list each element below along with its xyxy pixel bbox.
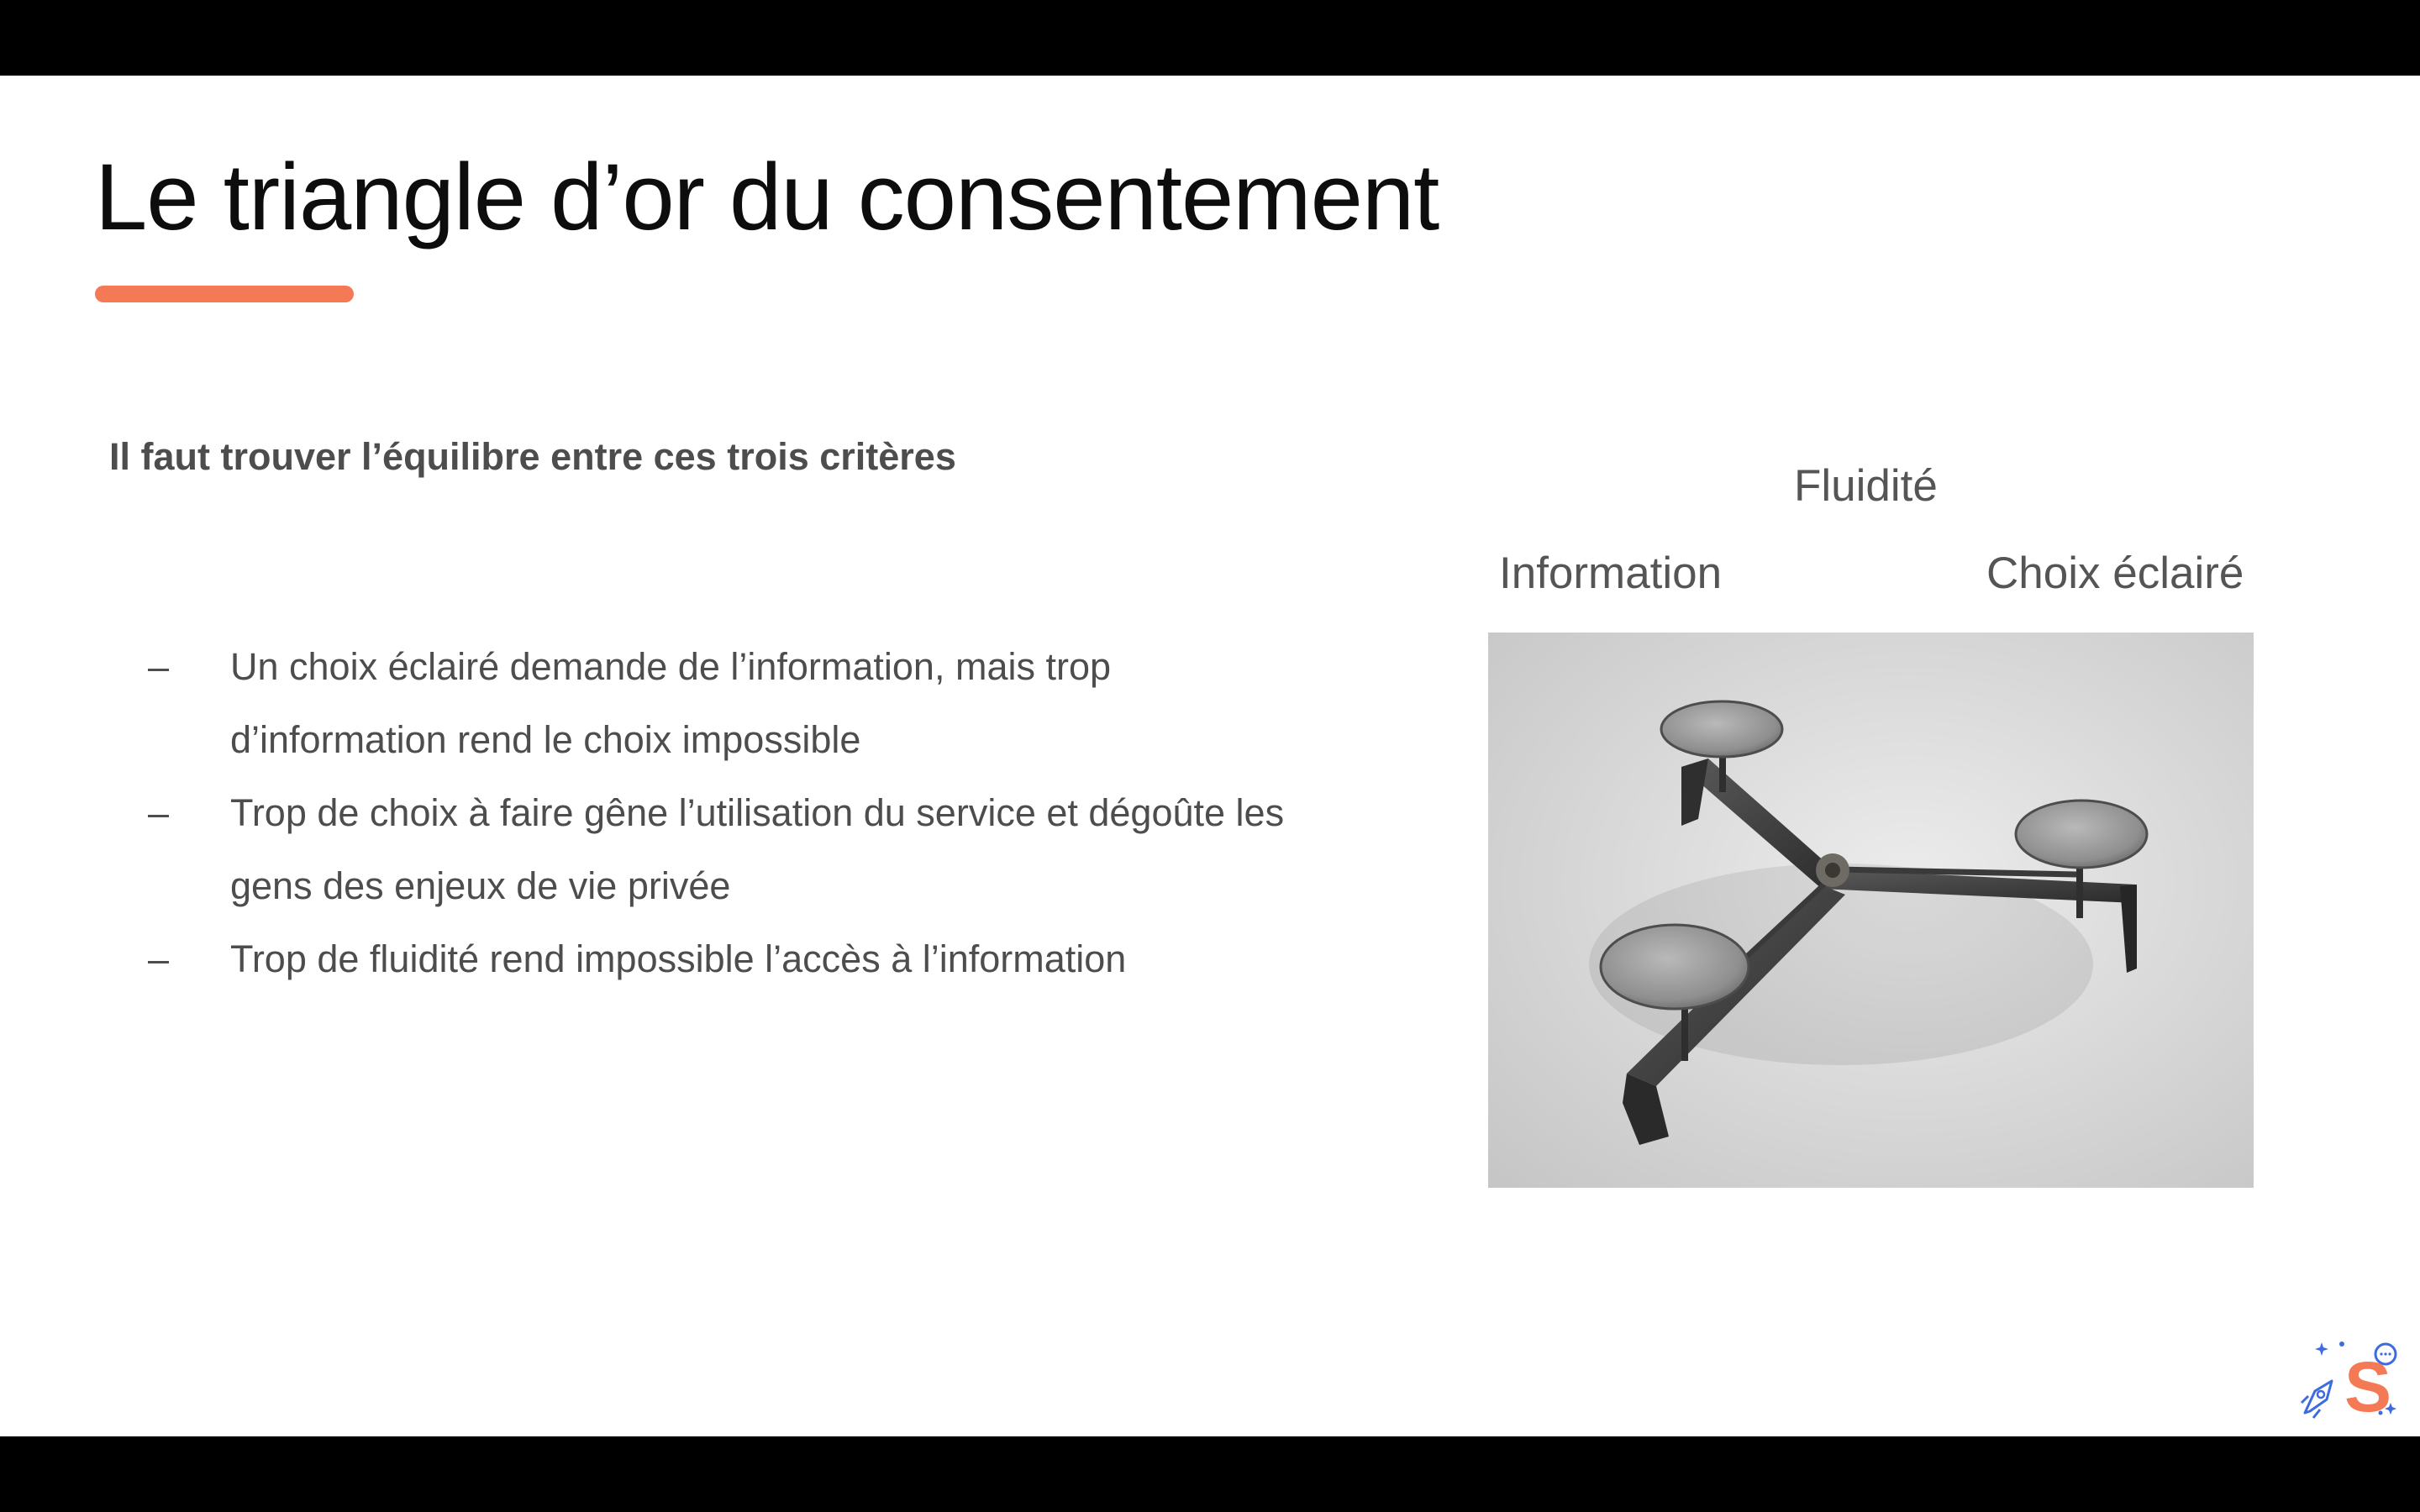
bullet-item: – Trop de fluidité rend impossible l’acc… (143, 922, 1302, 995)
title-accent-bar (95, 286, 354, 302)
bullet-text: Trop de choix à faire gêne l’utilisation… (230, 791, 1285, 907)
slide: Le triangle d’or du consentement Il faut… (0, 76, 2420, 1436)
bullet-text: Un choix éclairé demande de l’informatio… (230, 645, 1112, 761)
slide-title: Le triangle d’or du consentement (95, 144, 1439, 249)
bullet-dash: – (148, 937, 170, 980)
brand-logo: S (2298, 1336, 2399, 1428)
bullet-dash: – (148, 645, 170, 688)
tripod-stand-photo (1488, 633, 2254, 1188)
triangle-label-choix-eclaire: Choix éclairé (1986, 549, 2244, 598)
triangle-label-information: Information (1499, 549, 1723, 598)
bullet-dash: – (148, 791, 170, 834)
rocket-icon (2300, 1379, 2333, 1419)
bullet-item: – Un choix éclairé demande de l’informat… (143, 630, 1302, 776)
bullet-text: Trop de fluidité rend impossible l’accès… (230, 937, 1127, 980)
bullet-item: – Trop de choix à faire gêne l’utilisati… (143, 776, 1302, 922)
logo-letter: S (2344, 1347, 2391, 1426)
triangle-label-fluidite: Fluidité (1794, 461, 1938, 511)
presentation-window: Le triangle d’or du consentement Il faut… (0, 0, 2420, 1512)
bullet-list: – Un choix éclairé demande de l’informat… (143, 630, 1302, 995)
slide-subtitle: Il faut trouver l’équilibre entre ces tr… (109, 435, 956, 478)
